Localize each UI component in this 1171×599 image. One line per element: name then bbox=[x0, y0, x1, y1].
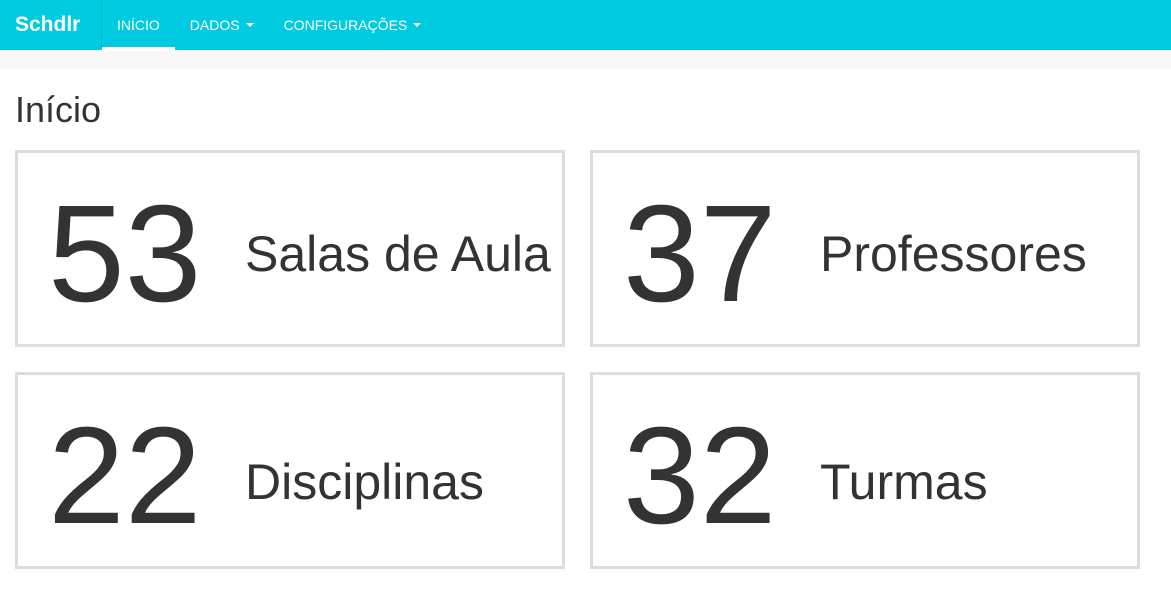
brand-logo[interactable]: Schdlr bbox=[0, 0, 102, 50]
stat-card-disciplinas: 22 Disciplinas bbox=[15, 372, 565, 569]
stat-label: Disciplinas bbox=[245, 454, 484, 510]
stat-label: Salas de Aula bbox=[245, 226, 551, 282]
caret-down-icon bbox=[245, 23, 254, 27]
stat-label: Professores bbox=[820, 226, 1087, 282]
nav-item-label: INÍCIO bbox=[117, 17, 160, 33]
nav-item-inicio[interactable]: INÍCIO bbox=[102, 0, 175, 50]
stat-card-professores: 37 Professores bbox=[590, 150, 1140, 347]
page-title: Início bbox=[15, 89, 102, 130]
caret-down-icon bbox=[413, 23, 422, 27]
nav-item-label: DADOS bbox=[189, 17, 240, 33]
nav-item-configuracoes[interactable]: CONFIGURAÇÕES bbox=[269, 0, 437, 50]
stat-value: 22 bbox=[48, 399, 202, 553]
stat-card-turmas: 32 Turmas bbox=[590, 372, 1140, 569]
stat-value: 37 bbox=[623, 177, 777, 331]
stat-label: Turmas bbox=[820, 454, 988, 510]
stat-value: 53 bbox=[48, 177, 202, 331]
top-navbar: Schdlr INÍCIO DADOS CONFIGURAÇÕES bbox=[0, 0, 1171, 50]
navbar-spacer bbox=[0, 50, 1171, 70]
nav-item-label: CONFIGURAÇÕES bbox=[283, 17, 408, 33]
nav-item-dados[interactable]: DADOS bbox=[175, 0, 269, 50]
stat-value: 32 bbox=[623, 399, 777, 553]
stat-card-salas: 53 Salas de Aula bbox=[15, 150, 565, 347]
